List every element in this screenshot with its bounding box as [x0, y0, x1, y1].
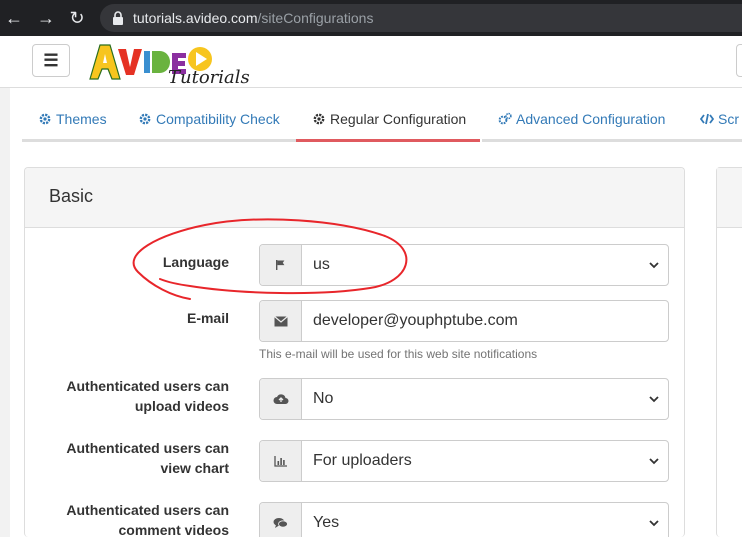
address-bar[interactable]: tutorials.avideo.com/siteConfigurations [100, 4, 742, 32]
reload-icon[interactable]: ↻ [67, 8, 87, 28]
secondary-panel-header [717, 168, 742, 228]
tab-compatibility-check[interactable]: Compatibility Check [122, 98, 296, 142]
upload-value: No [313, 390, 334, 407]
url-text: tutorials.avideo.com/siteConfigurations [133, 10, 373, 26]
email-label: E-mail [186, 310, 229, 326]
config-tabs: Themes Compatibility Check Regular Confi… [22, 98, 742, 142]
app-header: ☰ Tutorials [0, 36, 742, 88]
language-label: Language [162, 254, 229, 270]
upload-label-line2: upload videos [134, 398, 229, 414]
upload-select[interactable]: No [259, 378, 669, 420]
tab-label: Themes [56, 110, 107, 127]
chevron-down-icon [640, 379, 668, 419]
tab-scripts[interactable]: Scr [684, 98, 742, 142]
tab-themes[interactable]: Themes [22, 98, 122, 142]
comments-icon [260, 503, 302, 537]
chevron-down-icon [640, 503, 668, 537]
tab-label: Regular Configuration [330, 110, 467, 127]
url-host: tutorials.avideo.com [133, 10, 258, 26]
code-icon [700, 113, 714, 124]
lock-icon [113, 11, 123, 25]
upload-label: Authenticated users can upload videos [45, 376, 229, 416]
email-field[interactable]: developer@youphptube.com [259, 300, 669, 342]
gear-icon [39, 113, 51, 124]
header-right-button[interactable] [736, 44, 742, 77]
language-value: us [313, 256, 330, 273]
envelope-icon [260, 301, 302, 341]
tab-label: Scr [718, 110, 739, 127]
flag-icon [260, 245, 302, 285]
chart-label-line1: Authenticated users can [66, 440, 229, 456]
url-path: /siteConfigurations [257, 10, 374, 26]
chart-label-line2: view chart [160, 460, 229, 476]
email-help-text: This e-mail will be used for this web si… [259, 347, 538, 361]
gears-icon [498, 112, 512, 124]
secondary-panel [716, 167, 742, 537]
chart-label: Authenticated users can view chart [45, 438, 229, 478]
panel-title: Basic [25, 168, 684, 228]
hamburger-menu-button[interactable]: ☰ [32, 44, 70, 77]
page-content: Themes Compatibility Check Regular Confi… [10, 88, 742, 537]
logo-subtitle: Tutorials [168, 67, 250, 87]
back-arrow-icon[interactable]: ← [4, 8, 24, 28]
email-value: developer@youphptube.com [313, 312, 518, 329]
chart-value: For uploaders [313, 452, 412, 469]
avideo-logo[interactable]: Tutorials [88, 39, 258, 87]
cloud-upload-icon [260, 379, 302, 419]
browser-toolbar: ← → ↻ tutorials.avideo.com/siteConfigura… [0, 0, 742, 36]
gear-icon [313, 113, 325, 124]
comment-select[interactable]: Yes [259, 502, 669, 537]
tab-label: Compatibility Check [156, 110, 280, 127]
chart-select[interactable]: For uploaders [259, 440, 669, 482]
forward-arrow-icon[interactable]: → [36, 8, 56, 28]
chevron-down-icon [640, 441, 668, 481]
comment-label: Authenticated users can comment videos [45, 500, 229, 537]
bar-chart-icon [260, 441, 302, 481]
comment-value: Yes [313, 514, 340, 531]
upload-label-line1: Authenticated users can [66, 378, 229, 394]
tab-advanced-configuration[interactable]: Advanced Configuration [482, 98, 684, 142]
basic-panel: Basic Language us E-mail developer@youph… [24, 167, 685, 537]
chevron-down-icon [640, 245, 668, 285]
gear-icon [139, 113, 151, 124]
tab-label: Advanced Configuration [516, 110, 666, 127]
comment-label-line1: Authenticated users can [66, 502, 229, 518]
language-select[interactable]: us [259, 244, 669, 286]
tab-regular-configuration[interactable]: Regular Configuration [296, 98, 480, 142]
comment-label-line2: comment videos [118, 522, 229, 537]
